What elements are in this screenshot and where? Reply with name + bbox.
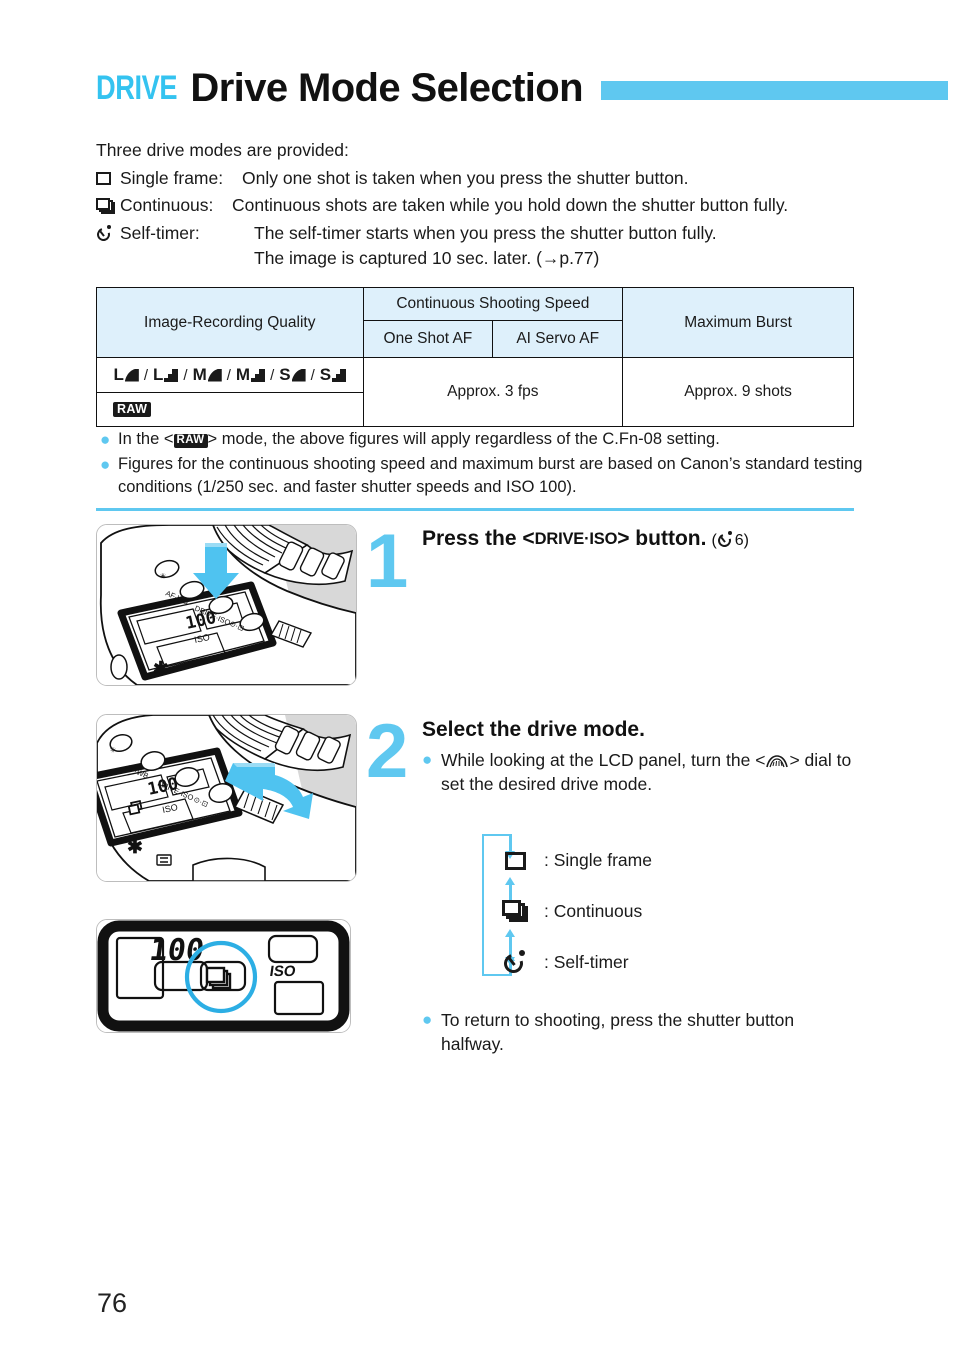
mode-name-single: Single frame:: [120, 167, 224, 188]
quality-sep-3: /: [226, 366, 231, 384]
page-title: Drive Mode Selection: [190, 65, 583, 110]
drive-kicker: DRIVE: [96, 69, 178, 107]
lcd-panel-graphic: 100 ISO: [97, 920, 350, 1032]
step-2-heading: Select the drive mode.: [422, 718, 645, 741]
drive-mode-cycle-diagram: : Single frame : Continuous : Self-timer: [482, 832, 712, 982]
illustration-turn-main-dial: 100 ISO ✳ AF·WB DRIVE·ISO ⊙·⊡ ✱: [96, 714, 357, 882]
illustration-lcd-panel: 100 ISO: [96, 919, 351, 1033]
th-one-shot-af: One Shot AF: [362, 320, 494, 358]
bullet-icon: ●: [422, 750, 433, 769]
step-1-heading: Press the <DRIVE·ISO> button.(6): [422, 527, 749, 550]
table-header: Image-Recording Quality Continuous Shoot…: [96, 287, 854, 358]
quality-sep-5: /: [310, 366, 315, 384]
quality-L-normal: L: [153, 365, 179, 385]
bullet-icon: ●: [100, 455, 111, 474]
camera-top-view-1: 100 ISO ✳ AF·WB DRIVE·ISO ⊙·⊡ ✱: [97, 525, 356, 685]
step-2-body-text: While looking at the LCD panel, turn the…: [441, 750, 852, 794]
mode-desc-continuous: Continuous shots are taken while you hol…: [232, 195, 789, 215]
table-body: L / L / M / M / S / S RAW Approx. 3 fps …: [96, 357, 854, 427]
th-ai-servo-af: AI Servo AF: [492, 320, 624, 358]
title-accent-rule: [600, 80, 948, 100]
timer-6-icon: [715, 531, 734, 550]
self-timer-icon: [94, 221, 120, 246]
main-dial-icon: [766, 750, 789, 768]
note-raw-mode: ● In the < RAW > mode, the above figures w…: [100, 428, 890, 451]
mode-desc-single: Only one shot is taken when you press th…: [242, 167, 689, 188]
mode-line-self-timer: Self-timer: The self-timer starts when y…: [94, 221, 896, 247]
intro-lead: Three drive modes are provided:: [96, 140, 349, 160]
manual-page: DRIVE Drive Mode Selection Three drive m…: [0, 0, 954, 1352]
final-note-text: To return to shooting, press the shutter…: [441, 1010, 795, 1054]
final-note-block: ● To return to shooting, press the shutt…: [422, 1008, 842, 1056]
th-image-recording-quality: Image-Recording Quality: [96, 287, 364, 358]
quality-S-fine: S: [279, 365, 305, 385]
quality-sep-1: /: [143, 366, 148, 384]
note-testing-conditions-text: Figures for the continuous shooting spee…: [118, 455, 863, 496]
mode-line-single: Single frame: Only one shot is taken whe…: [96, 166, 896, 192]
step-2-body: ● While looking at the LCD panel, turn t…: [422, 748, 862, 796]
mode-name-self-timer: Self-timer:: [120, 222, 200, 243]
th-maximum-burst: Maximum Burst: [622, 287, 854, 358]
bullet-icon: ●: [100, 430, 111, 449]
page-number: 76: [97, 1288, 128, 1318]
cycle-item-continuous: : Continuous: [498, 900, 642, 922]
cycle-label-self-timer: : Self-timer: [544, 951, 629, 972]
quality-M-fine: M: [193, 365, 222, 385]
mode-desc-self-timer: The self-timer starts when you press the…: [254, 222, 717, 243]
mode-name-continuous: Continuous:: [120, 195, 214, 215]
page-header: DRIVE Drive Mode Selection: [96, 62, 948, 114]
step-number-2: 2: [366, 709, 409, 794]
mode-line-continuous: Continuous: Continuous shots are taken w…: [96, 193, 896, 219]
quality-L-fine: L: [113, 365, 138, 385]
self-timer-icon: [498, 950, 532, 977]
svg-text:✱: ✱: [153, 659, 169, 680]
svg-text:✱: ✱: [127, 837, 143, 858]
intro-block: Three drive modes are provided: Single f…: [94, 138, 896, 272]
quality-raw-row: RAW: [97, 393, 363, 426]
notes-block: ● In the < RAW > mode, the above figures w…: [100, 428, 890, 501]
table-row: L / L / M / M / S / S RAW Approx. 3 fps …: [96, 357, 854, 427]
cycle-item-single-frame: : Single frame: [498, 850, 652, 871]
note-raw-mode-text: In the < RAW > mode, the above figures wil…: [118, 430, 720, 448]
cell-fps: Approx. 3 fps: [362, 357, 624, 427]
quality-sep-2: /: [183, 366, 188, 384]
cycle-label-single-frame: : Single frame: [544, 850, 652, 870]
cycle-item-self-timer: : Self-timer: [498, 950, 629, 977]
note-testing-conditions: ● Figures for the continuous shooting sp…: [100, 453, 890, 499]
raw-badge-inline: RAW: [173, 433, 208, 448]
drive-iso-button-label: DRIVE·ISO: [534, 530, 618, 548]
quality-jpeg-row: L / L / M / M / S / S: [97, 358, 363, 393]
th-continuous-shooting-speed: Continuous Shooting Speed: [362, 287, 624, 321]
drive-spec-table: Image-Recording Quality Continuous Shoot…: [96, 287, 854, 427]
quality-M-normal: M: [236, 365, 266, 385]
quality-sep-4: /: [270, 366, 275, 384]
cell-max-burst: Approx. 9 shots: [622, 357, 854, 427]
continuous-icon: [498, 900, 532, 922]
bullet-icon: ●: [422, 1010, 433, 1029]
step-number-1: 1: [366, 519, 409, 604]
quality-S-normal: S: [320, 365, 347, 385]
mode-desc-self-timer-2: The image is captured 10 sec. later. (→p…: [254, 248, 600, 268]
camera-top-view-2: 100 ISO ✳ AF·WB DRIVE·ISO ⊙·⊡ ✱: [97, 715, 356, 881]
table-header-row-1: Image-Recording Quality Continuous Shoot…: [96, 287, 854, 358]
continuous-icon: [96, 193, 120, 218]
svg-text:ISO: ISO: [269, 963, 297, 980]
single-frame-icon: [498, 851, 532, 870]
step-1-timer-note: (6): [711, 531, 749, 550]
illustration-press-drive-iso-button: 100 ISO ✳ AF·WB DRIVE·ISO ⊙·⊡ ✱: [96, 524, 357, 686]
raw-badge: RAW: [113, 401, 152, 418]
cycle-label-continuous: : Continuous: [544, 900, 643, 921]
cell-quality-list: L / L / M / M / S / S RAW: [96, 357, 364, 427]
single-frame-icon: [96, 166, 120, 191]
section-divider: [96, 508, 854, 511]
